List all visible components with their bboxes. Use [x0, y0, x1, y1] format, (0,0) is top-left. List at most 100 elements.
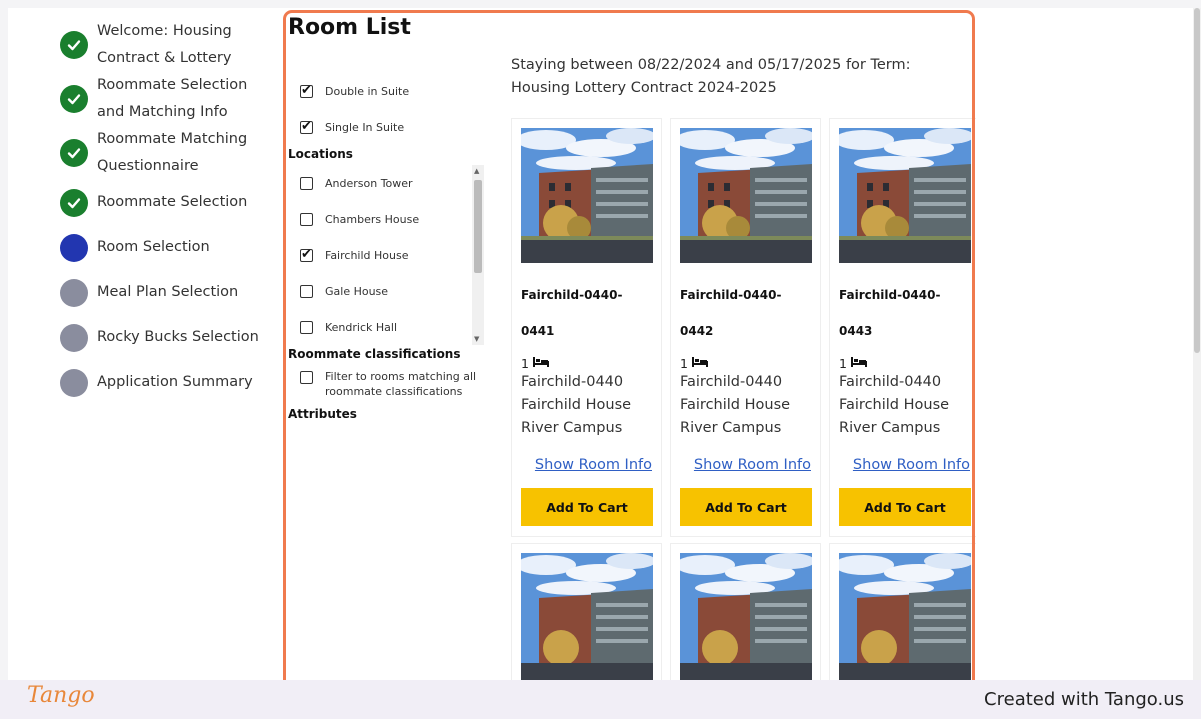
step-label: Roommate Selection: [97, 194, 248, 210]
show-room-info-link[interactable]: Show Room Info: [521, 457, 652, 477]
checkbox[interactable]: [300, 371, 313, 384]
filter-label: Filter to rooms matching all roommate cl…: [325, 370, 477, 398]
step-roommate-selection[interactable]: Roommate Selection: [60, 180, 280, 225]
step-roommate-questionnaire[interactable]: Roommate Matching Questionnaire: [60, 126, 280, 180]
filter-label: Gale House: [325, 284, 389, 298]
checkbox[interactable]: [300, 176, 313, 190]
tango-logo: Tango: [27, 683, 95, 708]
checkbox[interactable]: [300, 120, 313, 134]
scroll-thumb[interactable]: [474, 180, 482, 273]
bed-icon: [850, 356, 868, 371]
room-name: Fairchild-0440-0441: [521, 288, 623, 338]
page: Welcome: Housing Contract & Lottery Roomm…: [8, 8, 1193, 680]
checkbox[interactable]: [300, 248, 313, 262]
locations-scrollbar[interactable]: ▲ ▼: [472, 165, 484, 345]
page-scrollbar[interactable]: [1193, 8, 1201, 680]
footer: Tango Created with Tango.us: [0, 680, 1201, 719]
add-to-cart-button[interactable]: Add To Cart: [680, 488, 812, 526]
location-filter[interactable]: Gale House: [288, 273, 468, 309]
building-photo: [521, 128, 653, 263]
step-rocky-bucks[interactable]: Rocky Bucks Selection: [60, 315, 280, 360]
room-list-panel: Room List Double in Suite Single In Suit…: [286, 11, 976, 680]
filter-label: Chambers House: [325, 212, 420, 226]
pending-step-indicator: [60, 278, 88, 307]
stay-dates-text: Staying between 08/22/2024 and 05/17/202…: [511, 57, 911, 96]
step-list: Welcome: Housing Contract & Lottery Roomm…: [60, 18, 280, 405]
room-card: Fairchild-0440-0442 1 Fairchild-0440 Fai…: [670, 118, 821, 537]
pending-step-indicator: [60, 323, 88, 352]
scroll-up-arrow-icon[interactable]: ▲: [474, 167, 479, 175]
current-step-indicator: [60, 233, 88, 262]
roommate-classifications-title: Roommate classifications: [288, 347, 461, 361]
filter-label: Fairchild House: [325, 248, 409, 262]
step-label: Welcome: Housing Contract & Lottery: [97, 23, 232, 66]
step-room-selection[interactable]: Room Selection: [60, 225, 280, 270]
checkbox[interactable]: [300, 320, 313, 334]
room-type-filter[interactable]: Single In Suite: [288, 109, 488, 145]
step-meal-plan[interactable]: Meal Plan Selection: [60, 270, 280, 315]
scroll-thumb[interactable]: [1194, 8, 1200, 353]
room-cards: Fairchild-0440-0441 1 Fairchild-0440 Fai…: [511, 118, 976, 680]
show-room-info-link[interactable]: Show Room Info: [680, 457, 811, 477]
filter-label: Anderson Tower: [325, 176, 413, 190]
step-roommate-selection-matching[interactable]: Roommate Selection and Matching Info: [60, 72, 280, 126]
add-to-cart-button[interactable]: Add To Cart: [839, 488, 971, 526]
filter-label: Kendrick Hall: [325, 320, 398, 334]
location-filter[interactable]: Fairchild House: [288, 237, 468, 273]
check-icon: [60, 31, 88, 59]
step-label: Roommate Selection and Matching Info: [97, 77, 248, 120]
filter-label: Single In Suite: [325, 120, 405, 134]
location-filter[interactable]: Chambers House: [288, 201, 468, 237]
step-label: Rocky Bucks Selection: [97, 329, 259, 345]
pending-step-indicator: [60, 368, 88, 397]
scroll-down-arrow-icon[interactable]: ▼: [474, 335, 479, 343]
room-card: Fairchild-0440-0443 1 Fairchild-0440 Fai…: [829, 118, 976, 537]
room-name: Fairchild-0440-0443: [839, 288, 941, 338]
location-filter[interactable]: Kendrick Hall: [288, 309, 468, 345]
bed-count: 1: [680, 355, 811, 371]
locations-list[interactable]: Anderson Tower Chambers House Fairchild …: [288, 165, 484, 345]
building-photo: [680, 553, 812, 680]
roommate-filter[interactable]: Filter to rooms matching all roommate cl…: [288, 369, 488, 405]
locations-title: Locations: [288, 147, 353, 161]
filters: Double in Suite Single In Suite Location…: [288, 73, 488, 425]
check-icon: [60, 85, 88, 113]
building-photo: [839, 128, 971, 263]
bed-icon: [532, 356, 550, 371]
building-photo: [521, 553, 653, 680]
room-card: [829, 543, 976, 680]
step-label: Roommate Matching Questionnaire: [97, 131, 248, 174]
bed-icon: [691, 356, 709, 371]
campus-name: River Campus: [839, 420, 941, 436]
bed-count: 1: [521, 355, 652, 371]
created-with-text: Created with Tango.us: [984, 689, 1184, 710]
show-room-info-link[interactable]: Show Room Info: [839, 457, 970, 477]
step-application-summary[interactable]: Application Summary: [60, 360, 280, 405]
suite-name: Fairchild-0440: [680, 374, 783, 390]
step-label: Room Selection: [97, 239, 210, 255]
room-card: [670, 543, 821, 680]
building-name: Fairchild House: [521, 397, 632, 413]
suite-name: Fairchild-0440: [839, 374, 942, 390]
room-type-filter[interactable]: Double in Suite: [288, 73, 488, 109]
building-name: Fairchild House: [839, 397, 950, 413]
location-filter[interactable]: Anderson Tower: [288, 165, 468, 201]
checkbox[interactable]: [300, 284, 313, 298]
room-card: Fairchild-0440-0441 1 Fairchild-0440 Fai…: [511, 118, 662, 537]
building-name: Fairchild House: [680, 397, 791, 413]
step-welcome[interactable]: Welcome: Housing Contract & Lottery: [60, 18, 280, 72]
bed-count: 1: [839, 355, 970, 371]
checkbox[interactable]: [300, 212, 313, 226]
checkbox[interactable]: [300, 84, 313, 98]
attributes-title: Attributes: [288, 407, 357, 421]
building-photo: [680, 128, 812, 263]
campus-name: River Campus: [521, 420, 623, 436]
step-label: Meal Plan Selection: [97, 284, 239, 300]
room-card: [511, 543, 662, 680]
filter-label: Double in Suite: [325, 84, 410, 98]
page-title: Room List: [288, 15, 411, 40]
campus-name: River Campus: [680, 420, 782, 436]
check-icon: [60, 139, 88, 167]
add-to-cart-button[interactable]: Add To Cart: [521, 488, 653, 526]
building-photo: [839, 553, 971, 680]
